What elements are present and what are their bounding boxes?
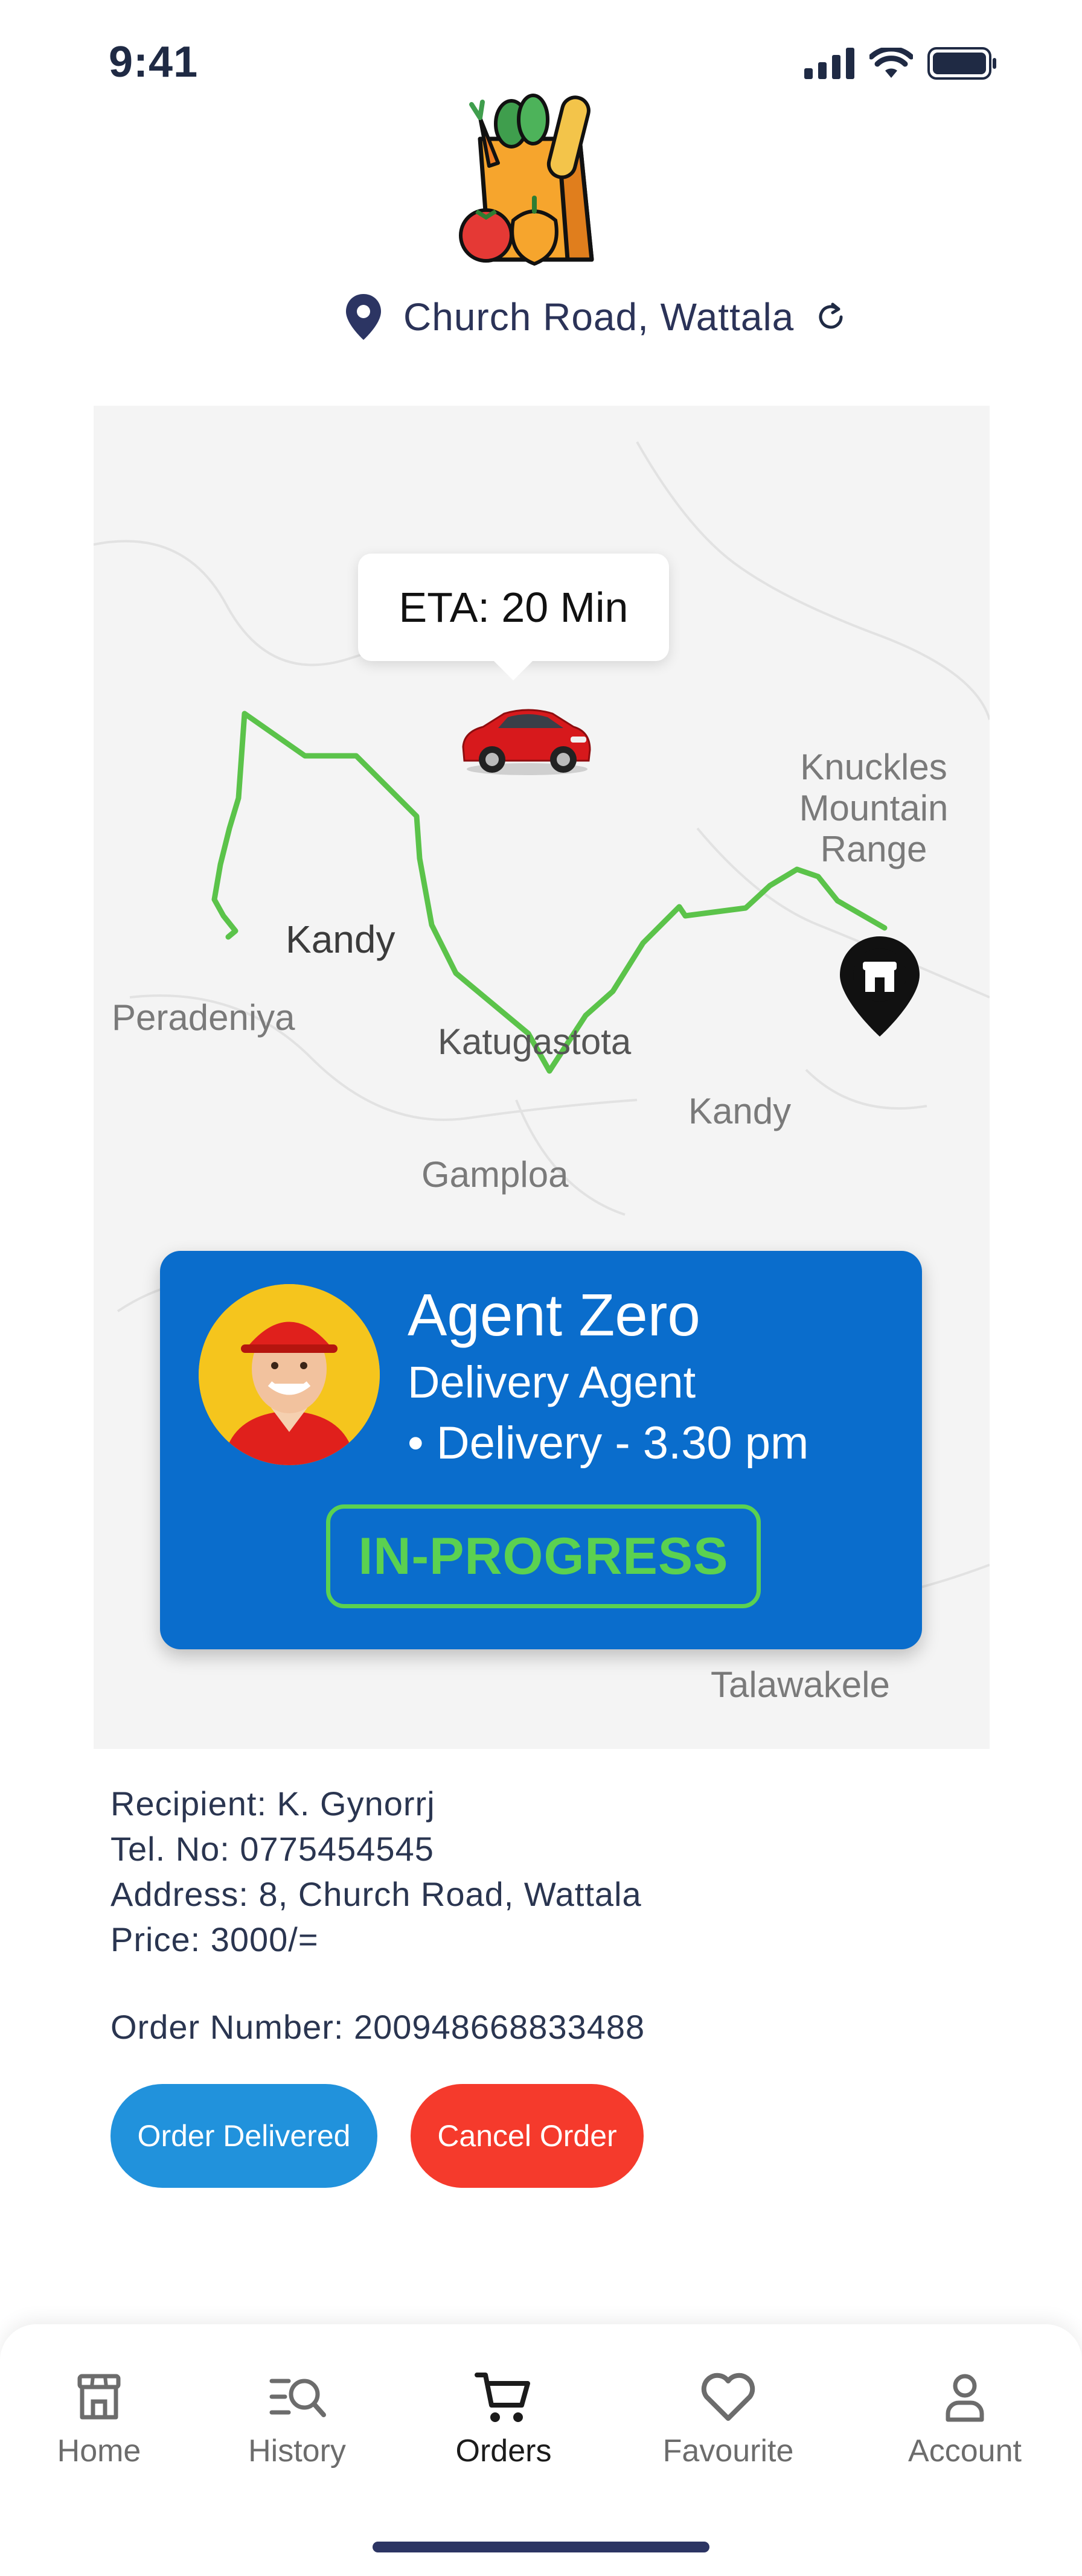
map-label-talawakele: Talawakele bbox=[711, 1664, 890, 1705]
agent-role: Delivery Agent bbox=[408, 1357, 696, 1407]
map-label-text: Knuckles bbox=[800, 747, 947, 787]
battery-icon bbox=[927, 47, 996, 80]
map-label-text: Mountain bbox=[799, 788, 949, 828]
cart-icon bbox=[475, 2373, 530, 2422]
grocery-bag-logo bbox=[456, 91, 613, 275]
wifi-icon bbox=[869, 48, 913, 78]
address-text: Address: 8, Church Road, Wattala bbox=[110, 1875, 642, 1913]
nav-label: Orders bbox=[455, 2434, 552, 2469]
map-label-kandy-east: Kandy bbox=[688, 1091, 792, 1131]
nav-item-home[interactable]: Home bbox=[8, 2367, 190, 2469]
order-status-badge: IN-PROGRESS bbox=[326, 1504, 761, 1608]
store-icon bbox=[77, 2374, 121, 2420]
signal-icon bbox=[804, 48, 854, 79]
delivery-map[interactable]: Knuckles Mountain Range Kandy Peradeniya… bbox=[94, 406, 990, 1749]
map-label-gamploa: Gamploa bbox=[421, 1154, 569, 1195]
order-details: Recipient: K. Gynorrj Tel. No: 077545454… bbox=[110, 1781, 956, 1962]
store-pin-icon bbox=[840, 936, 920, 1037]
heart-icon bbox=[701, 2373, 755, 2421]
nav-label: Account bbox=[908, 2434, 1022, 2469]
map-label-text: Range bbox=[820, 829, 927, 869]
nav-item-orders[interactable]: Orders bbox=[413, 2367, 594, 2469]
location-pin-icon bbox=[346, 294, 381, 340]
cancel-order-button[interactable]: Cancel Order bbox=[411, 2084, 644, 2188]
history-search-icon bbox=[269, 2379, 326, 2417]
status-time: 9:41 bbox=[109, 38, 199, 86]
user-icon bbox=[946, 2374, 984, 2422]
nav-label: Home bbox=[57, 2434, 141, 2469]
order-delivered-button[interactable]: Order Delivered bbox=[110, 2084, 377, 2188]
agent-card: Agent Zero Delivery Agent • Delivery - 3… bbox=[160, 1251, 922, 1649]
map-label-katugastota: Katugastota bbox=[438, 1021, 632, 1062]
eta-bubble: ETA: 20 Min bbox=[358, 554, 669, 680]
nav-item-account[interactable]: Account bbox=[874, 2367, 1055, 2469]
agent-delivery-time: • Delivery - 3.30 pm bbox=[408, 1417, 809, 1469]
status-icons bbox=[804, 47, 997, 80]
home-indicator bbox=[373, 2542, 709, 2552]
location-selector[interactable]: Church Road, Wattala bbox=[344, 290, 847, 344]
car-icon bbox=[462, 709, 591, 775]
order-number-text: Order Number: 200948668833488 bbox=[110, 2008, 645, 2046]
telephone-text: Tel. No: 0775454545 bbox=[110, 1830, 434, 1868]
map-label-peradeniya: Peradeniya bbox=[112, 997, 295, 1038]
location-text: Church Road, Wattala bbox=[403, 295, 795, 339]
agent-name: Agent Zero bbox=[408, 1282, 700, 1348]
recipient-text: Recipient: K. Gynorrj bbox=[110, 1785, 435, 1823]
nav-label: History bbox=[248, 2434, 346, 2469]
bottom-nav: Home History Orders Favourite Account bbox=[0, 2324, 1082, 2576]
map-label-kandy: Kandy bbox=[286, 918, 395, 961]
map-label-knuckles: Knuckles Mountain Range bbox=[771, 747, 976, 870]
refresh-icon[interactable] bbox=[815, 301, 847, 333]
agent-avatar bbox=[199, 1284, 380, 1465]
price-text: Price: 3000/= bbox=[110, 1920, 319, 1958]
status-bar: 9:41 bbox=[0, 0, 1082, 91]
nav-label: Favourite bbox=[662, 2434, 794, 2469]
nav-item-history[interactable]: History bbox=[206, 2367, 388, 2469]
eta-text: ETA: 20 Min bbox=[399, 584, 629, 631]
nav-item-favourite[interactable]: Favourite bbox=[638, 2367, 819, 2469]
